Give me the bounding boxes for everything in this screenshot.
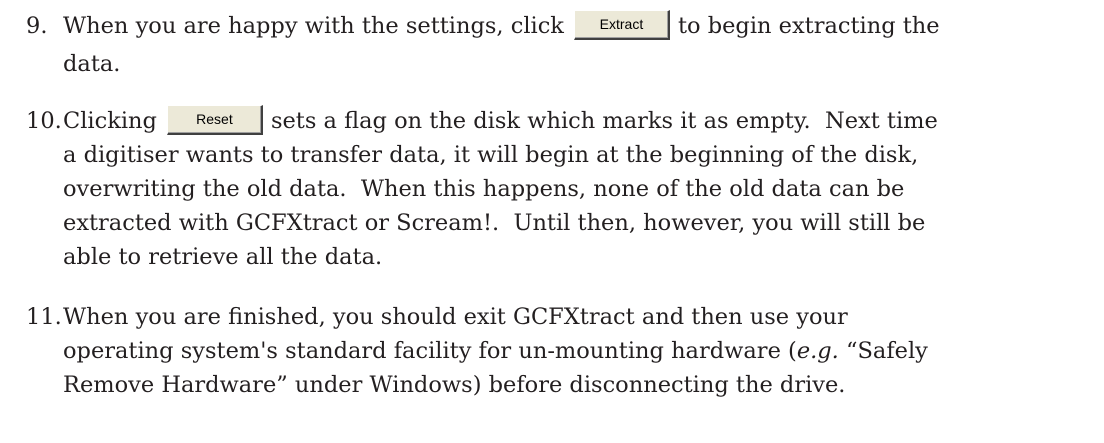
step-text: When you are happy with the settings, cl… [63, 13, 564, 39]
step-text: operating system's standard facility for… [63, 338, 797, 364]
step-text-line: able to retrieve all the data. [63, 240, 382, 274]
step-text-emphasis: e.g. [796, 338, 839, 364]
step-text: “Safely [838, 338, 928, 364]
step-number: 10. [26, 108, 62, 134]
step-text-line: Clicking Reset sets a flag on the disk whi… [63, 104, 938, 138]
step-text: Remove Hardware” under Windows) before d… [63, 372, 846, 398]
step-text-line: Remove Hardware” under Windows) before d… [63, 368, 845, 402]
step-text-line: When you are happy with the settings, cl… [63, 9, 940, 43]
reset-button[interactable]: Reset [166, 105, 263, 135]
step-text: to begin extracting the [677, 13, 940, 39]
step-text-line: operating system's standard facility for… [63, 334, 928, 368]
step-text-line: When you are finished, you should exit G… [63, 300, 848, 334]
step-text: data. [63, 51, 121, 77]
step-text-line: data. [63, 47, 120, 81]
step-number: 9. [26, 13, 48, 39]
step-text: able to retrieve all the data. [63, 244, 383, 270]
step-text: Clicking [63, 108, 157, 134]
step-number: 11. [26, 304, 62, 330]
step-text: overwriting the old data. When this happ… [63, 176, 905, 202]
step-text: extracted with GCFXtract or Scream!. Unt… [63, 210, 926, 236]
extract-button[interactable]: Extract [573, 10, 670, 40]
step-text-line: a digitiser wants to transfer data, it w… [63, 138, 918, 172]
step-text: When you are finished, you should exit G… [63, 304, 848, 330]
step-text: sets a flag on the disk which marks it a… [270, 108, 938, 134]
step-text-line: extracted with GCFXtract or Scream!. Unt… [63, 206, 925, 240]
step-text-line: overwriting the old data. When this happ… [63, 172, 904, 206]
step-text: a digitiser wants to transfer data, it w… [63, 142, 919, 168]
